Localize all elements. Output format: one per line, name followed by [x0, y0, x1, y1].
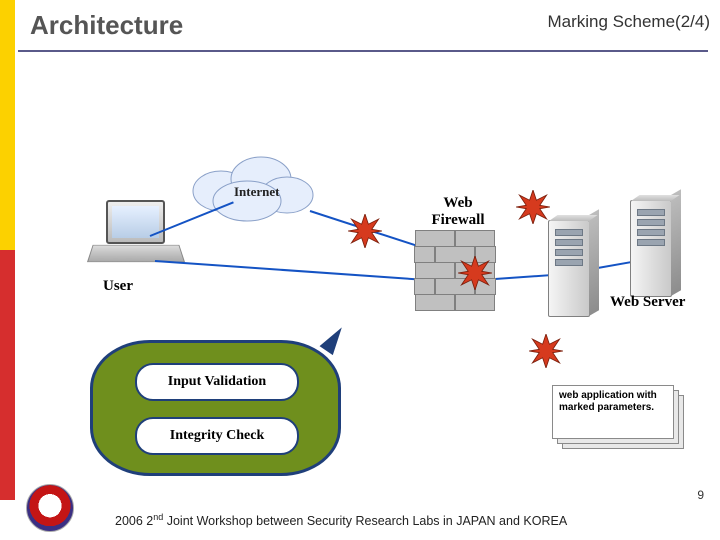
- slide-title: Architecture: [30, 10, 183, 41]
- server-tower-1-icon: [548, 220, 590, 317]
- attack-starburst-icon: [529, 334, 563, 368]
- note-text: web application with marked parameters.: [553, 386, 673, 417]
- web-server-label: Web Server: [610, 294, 685, 311]
- sidebar-yellow: [0, 0, 15, 250]
- attack-starburst-icon: [458, 256, 492, 290]
- footer-prefix: 2006 2: [115, 514, 153, 528]
- input-validation-pill: Input Validation: [135, 363, 299, 401]
- slide-number: 9: [697, 488, 704, 502]
- link-user-to-firewall: [155, 260, 419, 280]
- organization-logo-icon: [26, 484, 74, 532]
- attack-starburst-icon: [348, 214, 382, 248]
- internet-label: Internet: [234, 184, 280, 200]
- scheme-label: Marking Scheme(2/4): [547, 12, 710, 32]
- callout-bubble: Input Validation Integrity Check: [90, 340, 341, 476]
- footer-rest: Joint Workshop between Security Research…: [163, 514, 567, 528]
- server-tower-2-icon: [630, 200, 672, 297]
- title-underline: [18, 50, 708, 52]
- footer-text: 2006 2nd Joint Workshop between Security…: [115, 512, 567, 528]
- sidebar-red: [0, 250, 15, 500]
- note-front: web application with marked parameters.: [552, 385, 674, 439]
- marked-parameters-note-stack: web application with marked parameters.: [552, 385, 682, 447]
- user-label: User: [103, 278, 133, 295]
- attack-starburst-icon: [516, 190, 550, 224]
- web-firewall-label: Web Firewall: [418, 195, 498, 229]
- slide: Architecture Marking Scheme(2/4) Interne…: [0, 0, 720, 540]
- integrity-check-pill: Integrity Check: [135, 417, 299, 455]
- side-color-bar: [0, 0, 15, 500]
- laptop-icon: [90, 200, 180, 270]
- footer-ordinal: nd: [153, 512, 163, 522]
- link-firewall-to-server1: [495, 274, 555, 280]
